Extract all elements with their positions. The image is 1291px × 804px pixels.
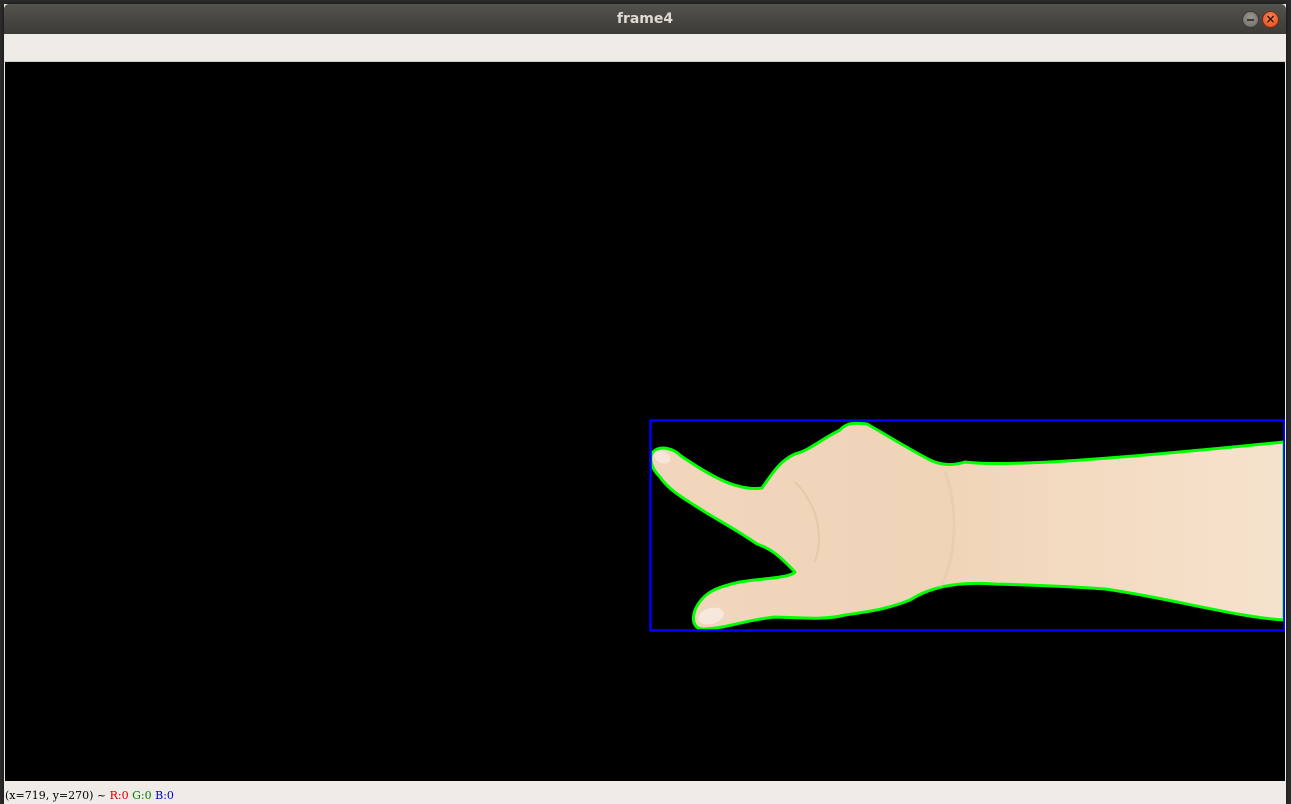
- minimize-button[interactable]: [1242, 11, 1259, 28]
- frame-image: [649, 419, 1285, 632]
- status-bar: (x=719, y=270) ~ R:0 G:0 B:0: [4, 781, 1286, 804]
- blue-value: B:0: [155, 789, 174, 802]
- opencv-window: frame4 × (x=719, y=270) ~ R:0 G:0 B:0: [4, 4, 1286, 804]
- cursor-coordinates: (x=719, y=270) ~: [5, 789, 107, 802]
- toolbar: [4, 34, 1286, 62]
- green-value: G:0: [132, 789, 152, 802]
- window-title: frame4: [616, 11, 674, 27]
- red-value: R:0: [109, 789, 129, 802]
- hand-region: [649, 421, 1285, 631]
- close-button[interactable]: ×: [1262, 11, 1279, 28]
- image-canvas[interactable]: [5, 62, 1285, 781]
- title-bar[interactable]: frame4 ×: [4, 4, 1286, 34]
